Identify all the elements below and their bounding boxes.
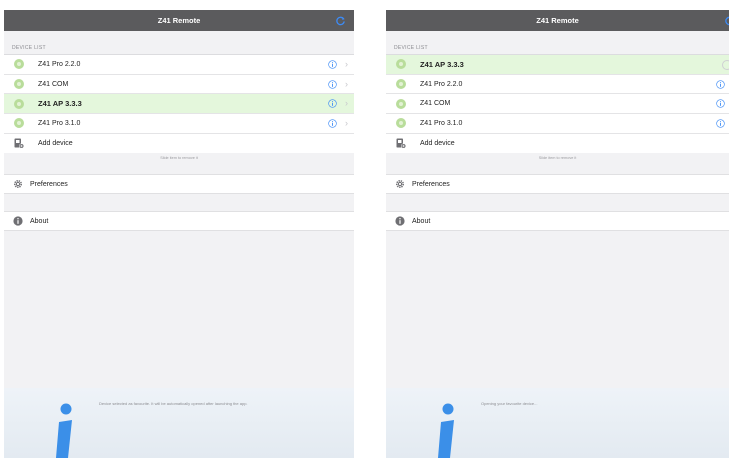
loading-spinner-icon (722, 60, 729, 70)
navigation-bar: Z41 Remote (386, 10, 729, 31)
status-footer: Device selected as favourite. It will be… (4, 388, 354, 458)
add-device-label: Add device (420, 140, 455, 148)
gear-icon (395, 180, 405, 189)
add-device-icon (14, 138, 24, 149)
info-icon[interactable] (328, 60, 337, 69)
screen-left: Z41 Remote DEVICE LIST Z41 Pro 2.2.0 › Z… (4, 10, 354, 458)
info-logo-icon (56, 403, 72, 458)
device-row[interactable]: Z41 Pro 2.2.0 › (4, 55, 354, 75)
status-footer: Opening your favourite device... (386, 388, 729, 458)
preferences-button[interactable]: Preferences (386, 174, 729, 195)
chevron-right-icon: › (345, 78, 348, 89)
about-button[interactable]: About (386, 211, 729, 232)
status-dot-icon (396, 98, 406, 109)
chevron-right-icon: › (345, 98, 348, 109)
device-label: Z41 AP 3.3.3 (38, 99, 82, 109)
device-row[interactable]: Z41 Pro 2.2.0 (386, 74, 729, 95)
device-label: Z41 AP 3.3.3 (420, 59, 464, 69)
status-dot-icon (14, 98, 24, 109)
status-dot-icon (396, 118, 406, 129)
about-icon (395, 216, 405, 227)
add-device-icon (396, 138, 406, 149)
device-label: Z41 Pro 2.2.0 (420, 80, 463, 88)
info-icon[interactable] (716, 99, 725, 109)
device-label: Z41 Pro 3.1.0 (38, 119, 81, 127)
status-dot-icon (14, 118, 24, 129)
footer-status-text: Opening your favourite device... (481, 401, 538, 406)
footer-status-text: Device selected as favourite. It will be… (99, 401, 248, 406)
device-row[interactable]: Z41 COM (386, 94, 729, 115)
device-list-header: DEVICE LIST (12, 45, 46, 51)
about-label: About (412, 217, 431, 225)
device-row[interactable]: Z41 Pro 3.1.0 › (4, 114, 354, 134)
chevron-right-icon: › (345, 59, 348, 69)
device-label: Z41 Pro 2.2.0 (38, 60, 81, 68)
add-device-button[interactable]: Add device (4, 133, 354, 154)
device-row-selected[interactable]: Z41 AP 3.3.3 › (4, 94, 354, 115)
device-list: Z41 AP 3.3.3 Z41 Pro 2.2.0 Z41 COM Z41 P… (386, 54, 729, 154)
app-title: Z41 Remote (536, 16, 579, 25)
info-icon[interactable] (328, 99, 337, 109)
preferences-label: Preferences (412, 180, 450, 188)
device-row[interactable]: Z41 COM › (4, 74, 354, 95)
gear-icon (13, 180, 23, 189)
swipe-hint: Slide item to remove it (160, 156, 198, 161)
device-list-header: DEVICE LIST (394, 45, 428, 51)
about-label: About (30, 217, 49, 225)
status-dot-icon (14, 59, 24, 70)
refresh-icon[interactable] (335, 15, 346, 26)
refresh-icon[interactable] (724, 15, 729, 26)
info-icon[interactable] (716, 119, 725, 128)
info-icon[interactable] (328, 119, 337, 128)
device-row-selected[interactable]: Z41 AP 3.3.3 (386, 55, 729, 75)
add-device-button[interactable]: Add device (386, 133, 729, 154)
about-button[interactable]: About (4, 211, 354, 232)
screen-right: Z41 Remote DEVICE LIST Z41 AP 3.3.3 Z41 … (386, 10, 729, 458)
add-device-label: Add device (38, 140, 73, 148)
device-label: Z41 Pro 3.1.0 (420, 119, 463, 127)
info-icon[interactable] (328, 80, 337, 89)
preferences-button[interactable]: Preferences (4, 174, 354, 195)
navigation-bar: Z41 Remote (4, 10, 354, 31)
device-row[interactable]: Z41 Pro 3.1.0 (386, 114, 729, 134)
chevron-right-icon: › (345, 118, 348, 129)
status-dot-icon (396, 79, 406, 90)
device-label: Z41 COM (38, 80, 69, 88)
app-title: Z41 Remote (157, 16, 201, 25)
device-list: Z41 Pro 2.2.0 › Z41 COM › Z41 AP 3.3.3 ›… (4, 54, 354, 154)
preferences-label: Preferences (30, 180, 68, 188)
status-dot-icon (14, 79, 24, 90)
swipe-hint: Slide item to remove it (538, 156, 577, 161)
status-dot-icon (396, 59, 406, 70)
info-logo-icon (438, 403, 454, 458)
device-label: Z41 COM (420, 100, 451, 108)
about-icon (13, 216, 23, 227)
info-icon[interactable] (716, 80, 725, 89)
